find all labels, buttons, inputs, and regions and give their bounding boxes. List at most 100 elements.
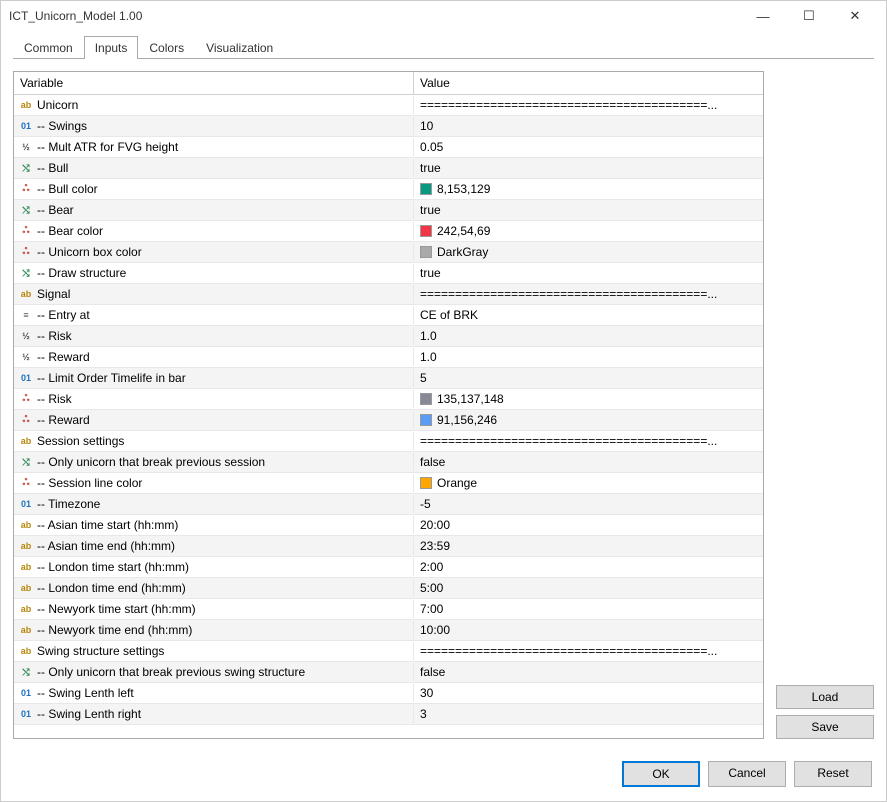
table-row[interactable]: ≡ -- Entry at CE of BRK [14, 305, 763, 326]
table-row[interactable]: ஃ-- Unicorn box colorDarkGray [14, 242, 763, 263]
enum-type-icon: ≡ [19, 308, 33, 322]
variable-cell: ஃ-- Unicorn box color [14, 243, 414, 261]
value-cell[interactable]: ========================================… [414, 96, 763, 114]
table-row[interactable]: abUnicorn===============================… [14, 95, 763, 116]
table-row[interactable]: 01-- Swing Lenth left30 [14, 683, 763, 704]
value-cell[interactable]: 1.0 [414, 327, 763, 345]
table-row[interactable]: ab-- London time start (hh:mm)2:00 [14, 557, 763, 578]
value-cell[interactable]: 0.05 [414, 138, 763, 156]
table-row[interactable]: 01-- Swings10 [14, 116, 763, 137]
value-text: 30 [420, 686, 433, 700]
table-row[interactable]: ஃ-- Session line colorOrange [14, 473, 763, 494]
load-button[interactable]: Load [776, 685, 874, 709]
table-row[interactable]: abSignal================================… [14, 284, 763, 305]
value-text: 135,137,148 [437, 392, 504, 406]
value-text: 242,54,69 [437, 224, 490, 238]
table-row[interactable]: 01-- Limit Order Timelife in bar5 [14, 368, 763, 389]
tab-visualization[interactable]: Visualization [195, 36, 284, 59]
table-row[interactable]: 01-- Swing Lenth right3 [14, 704, 763, 725]
table-row[interactable]: ⤭-- Draw structuretrue [14, 263, 763, 284]
titlebar: ICT_Unicorn_Model 1.00 — ☐ ✕ [1, 1, 886, 31]
save-button[interactable]: Save [776, 715, 874, 739]
table-row[interactable]: ⤭-- Only unicorn that break previous swi… [14, 662, 763, 683]
table-row[interactable]: ½-- Risk1.0 [14, 326, 763, 347]
table-row[interactable]: ⤭-- Beartrue [14, 200, 763, 221]
table-row[interactable]: ab-- Newyork time start (hh:mm)7:00 [14, 599, 763, 620]
table-header: Variable Value [14, 72, 763, 95]
float-type-icon: ½ [19, 350, 33, 364]
table-row[interactable]: ஃ-- Bull color8,153,129 [14, 179, 763, 200]
color-swatch [420, 477, 432, 489]
value-cell[interactable]: 2:00 [414, 558, 763, 576]
variable-cell: ½-- Risk [14, 327, 414, 345]
value-cell[interactable]: DarkGray [414, 243, 763, 261]
variable-cell: ஃ-- Reward [14, 411, 414, 429]
color-type-icon: ஃ [19, 413, 33, 427]
value-cell[interactable]: CE of BRK [414, 306, 763, 324]
table-row[interactable]: ab-- Asian time start (hh:mm)20:00 [14, 515, 763, 536]
tab-inputs[interactable]: Inputs [84, 36, 139, 59]
column-value[interactable]: Value [414, 72, 763, 94]
value-cell[interactable]: ========================================… [414, 642, 763, 660]
value-cell[interactable]: 8,153,129 [414, 180, 763, 198]
table-row[interactable]: ½-- Reward1.0 [14, 347, 763, 368]
value-cell[interactable]: true [414, 159, 763, 177]
reset-button[interactable]: Reset [794, 761, 872, 787]
value-cell[interactable]: 5:00 [414, 579, 763, 597]
variable-cell: ஃ-- Bear color [14, 222, 414, 240]
table-row[interactable]: ஃ-- Bear color 242,54,69 [14, 221, 763, 242]
inputs-table: Variable Value abUnicorn================… [13, 71, 764, 739]
column-variable[interactable]: Variable [14, 72, 414, 94]
value-cell[interactable]: 30 [414, 684, 763, 702]
value-cell[interactable]: 23:59 [414, 537, 763, 555]
value-cell[interactable]: false [414, 453, 763, 471]
value-cell[interactable]: 242,54,69 [414, 222, 763, 240]
variable-cell: ⤭-- Draw structure [14, 264, 414, 282]
value-text: 10:00 [420, 623, 450, 637]
table-row[interactable]: ½-- Mult ATR for FVG height0.05 [14, 137, 763, 158]
table-row[interactable]: ⤭-- Bulltrue [14, 158, 763, 179]
table-row[interactable]: 01-- Timezone-5 [14, 494, 763, 515]
value-cell[interactable]: ========================================… [414, 432, 763, 450]
value-cell[interactable]: true [414, 201, 763, 219]
value-cell[interactable]: 5 [414, 369, 763, 387]
table-row[interactable]: ஃ-- Risk135,137,148 [14, 389, 763, 410]
value-cell[interactable]: 20:00 [414, 516, 763, 534]
value-cell[interactable]: 91,156,246 [414, 411, 763, 429]
bool-type-icon: ⤭ [19, 665, 33, 679]
table-row[interactable]: abSwing structure settings==============… [14, 641, 763, 662]
minimize-button[interactable]: — [740, 2, 786, 30]
value-cell[interactable]: false [414, 663, 763, 681]
value-cell[interactable]: 3 [414, 705, 763, 723]
cancel-button[interactable]: Cancel [708, 761, 786, 787]
string-type-icon: ab [19, 287, 33, 301]
variable-name: -- Asian time start (hh:mm) [37, 518, 178, 532]
value-cell[interactable]: -5 [414, 495, 763, 513]
variable-cell: ½-- Mult ATR for FVG height [14, 138, 414, 156]
value-cell[interactable]: 1.0 [414, 348, 763, 366]
value-cell[interactable]: 7:00 [414, 600, 763, 618]
value-cell[interactable]: 135,137,148 [414, 390, 763, 408]
value-cell[interactable]: Orange [414, 474, 763, 492]
value-text: 23:59 [420, 539, 450, 553]
variable-cell: ab-- Asian time end (hh:mm) [14, 537, 414, 555]
table-row[interactable]: ⤭-- Only unicorn that break previous ses… [14, 452, 763, 473]
close-button[interactable]: ✕ [832, 2, 878, 30]
tab-colors[interactable]: Colors [138, 36, 195, 59]
value-cell[interactable]: true [414, 264, 763, 282]
maximize-button[interactable]: ☐ [786, 2, 832, 30]
tab-common[interactable]: Common [13, 36, 84, 59]
table-row[interactable]: ஃ-- Reward91,156,246 [14, 410, 763, 431]
int-type-icon: 01 [19, 119, 33, 133]
table-row[interactable]: ab-- London time end (hh:mm)5:00 [14, 578, 763, 599]
variable-cell: ⤭-- Bull [14, 159, 414, 177]
value-cell[interactable]: 10 [414, 117, 763, 135]
variable-name: -- London time start (hh:mm) [37, 560, 189, 574]
value-cell[interactable]: ========================================… [414, 285, 763, 303]
ok-button[interactable]: OK [622, 761, 700, 787]
variable-name: -- Entry at [37, 308, 90, 322]
table-row[interactable]: abSession settings======================… [14, 431, 763, 452]
value-cell[interactable]: 10:00 [414, 621, 763, 639]
table-row[interactable]: ab-- Newyork time end (hh:mm)10:00 [14, 620, 763, 641]
table-row[interactable]: ab-- Asian time end (hh:mm) 23:59 [14, 536, 763, 557]
